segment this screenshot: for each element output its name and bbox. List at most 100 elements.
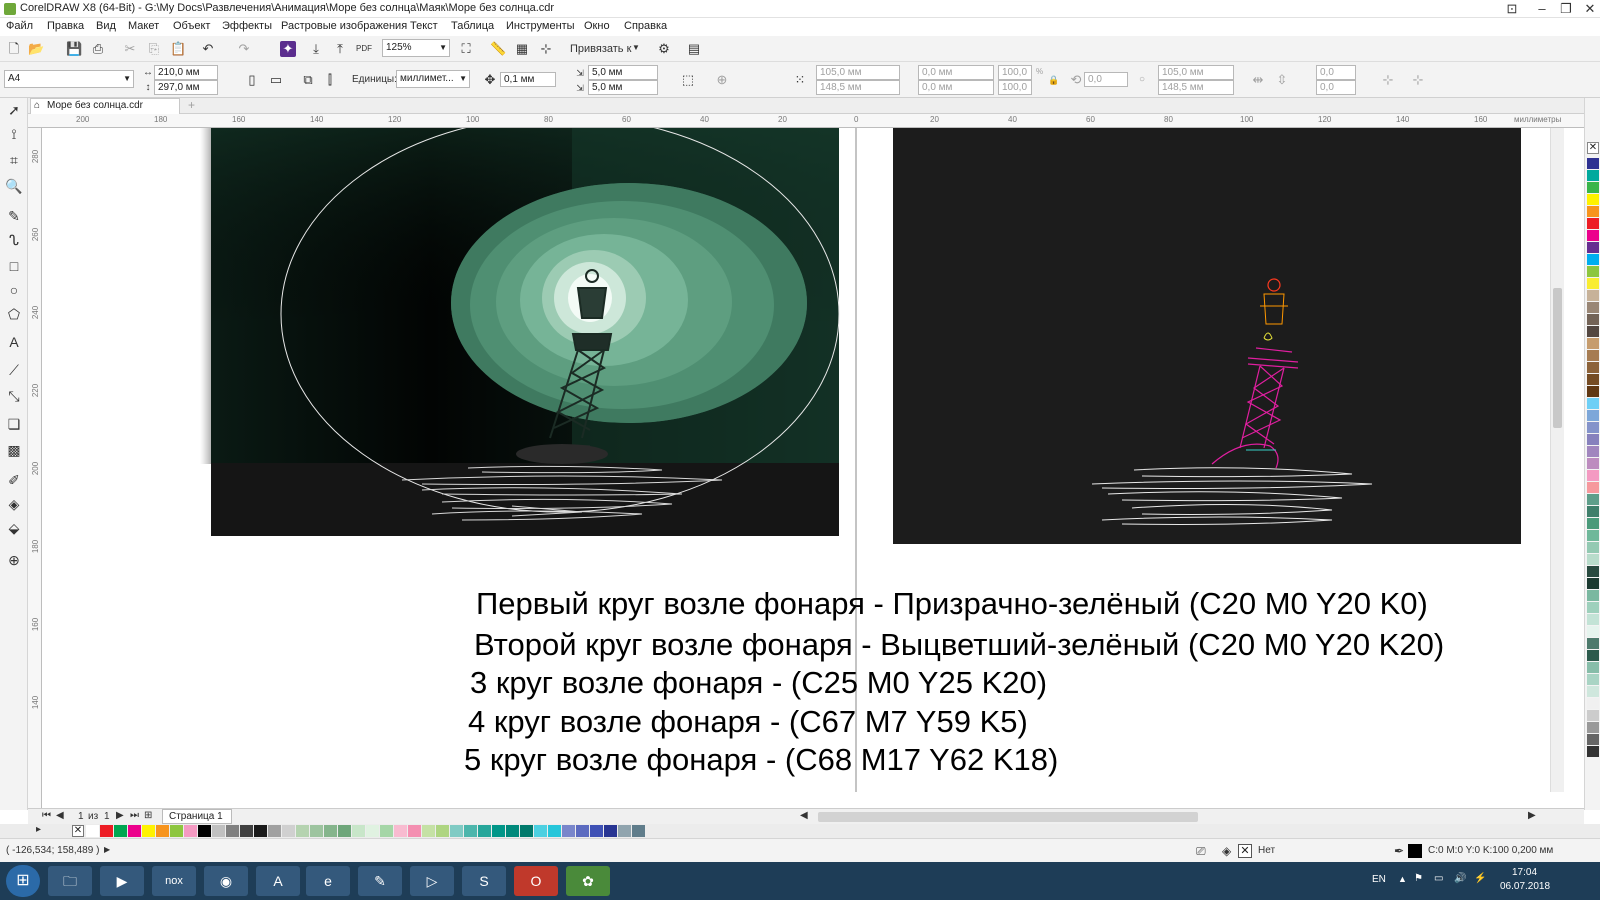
polygon-tool-icon[interactable]: ⬠ xyxy=(4,304,24,324)
palette-swatch[interactable] xyxy=(1587,638,1599,649)
next-page-icon[interactable]: ▶ xyxy=(116,810,124,821)
vertical-scroll-thumb[interactable] xyxy=(1553,288,1562,428)
mirror-horizontal-icon[interactable]: ⇹ xyxy=(1250,72,1266,88)
document-palette-swatch[interactable] xyxy=(184,825,197,837)
page-width-input[interactable]: 210,0 мм xyxy=(154,65,218,80)
connector-tool-icon[interactable]: ⤡ xyxy=(4,386,24,406)
paste-icon[interactable]: 📋 xyxy=(170,41,186,57)
new-document-icon[interactable]: 🗋 xyxy=(6,41,22,57)
print-icon[interactable]: ⎙ xyxy=(90,41,106,57)
palette-swatch[interactable] xyxy=(1587,158,1599,169)
text-tool-icon[interactable]: A xyxy=(4,332,24,352)
palette-swatch[interactable] xyxy=(1587,206,1599,217)
palette-swatch[interactable] xyxy=(1587,566,1599,577)
menu-view[interactable]: Вид xyxy=(96,20,116,32)
palette-swatch[interactable] xyxy=(1587,302,1599,313)
all-pages-icon[interactable]: ⧉ xyxy=(300,72,316,88)
document-tab[interactable]: ⌂ Море без солнца.cdr xyxy=(30,98,180,114)
horizontal-scroll-thumb[interactable] xyxy=(818,812,1198,822)
palette-swatch[interactable] xyxy=(1587,170,1599,181)
explorer-taskbar-icon[interactable]: 🗀 xyxy=(48,866,92,896)
palette-swatch[interactable] xyxy=(1587,254,1599,265)
center-x-input[interactable]: 105,0 мм xyxy=(1158,65,1234,80)
document-palette-swatch[interactable] xyxy=(240,825,253,837)
eyedropper-icon[interactable]: ✐ xyxy=(4,470,24,490)
document-palette-swatch[interactable] xyxy=(534,825,547,837)
chrome-taskbar-icon[interactable]: ◉ xyxy=(204,866,248,896)
palette-swatch[interactable] xyxy=(1587,218,1599,229)
pick-tool-icon[interactable]: ➚ xyxy=(4,100,24,120)
document-palette-swatch[interactable] xyxy=(100,825,113,837)
menu-tools[interactable]: Инструменты xyxy=(506,20,575,32)
skype-taskbar-icon[interactable]: S xyxy=(462,866,506,896)
help-window-icon[interactable]: ⊡ xyxy=(1500,0,1524,18)
page-height-input[interactable]: 297,0 мм xyxy=(154,80,218,95)
page-size-dropdown[interactable]: A4 ▼ xyxy=(4,70,134,88)
document-palette-swatch[interactable] xyxy=(576,825,589,837)
close-button[interactable]: ✕ xyxy=(1578,0,1600,18)
zoom-tool-icon[interactable]: 🔍 xyxy=(4,176,24,196)
document-palette-swatch[interactable] xyxy=(198,825,211,837)
scale-width-input[interactable]: 100,0 xyxy=(998,65,1032,80)
language-indicator[interactable]: EN xyxy=(1372,874,1386,885)
document-palette-swatch[interactable] xyxy=(170,825,183,837)
page-tab[interactable]: Страница 1 xyxy=(162,809,232,824)
menu-effects[interactable]: Эффекты xyxy=(222,20,272,32)
application-launcher-icon[interactable]: ▤ xyxy=(686,41,702,57)
undo-icon[interactable]: ↶ xyxy=(200,41,216,57)
first-page-icon[interactable]: ⏮ xyxy=(42,810,51,821)
search-content-icon[interactable]: ✦ xyxy=(280,41,296,57)
palette-swatch[interactable] xyxy=(1587,650,1599,661)
menu-window[interactable]: Окно xyxy=(584,20,610,32)
note-line-2[interactable]: Второй круг возле фонаря - Выцветший-зел… xyxy=(474,627,1444,663)
document-palette-swatch[interactable] xyxy=(520,825,533,837)
document-palette-swatch[interactable] xyxy=(128,825,141,837)
scroll-right-icon[interactable]: ▶ xyxy=(1528,810,1536,821)
color-proof-icon[interactable]: ⎚ xyxy=(1196,844,1206,859)
menu-help[interactable]: Справка xyxy=(624,20,667,32)
document-palette-swatch[interactable] xyxy=(156,825,169,837)
note-line-3[interactable]: 3 круг возле фонаря - (C25 M0 Y25 K20) xyxy=(470,665,1047,701)
show-guidelines-icon[interactable]: ⊹ xyxy=(538,41,554,57)
add-page-icon[interactable]: ⊞ xyxy=(144,810,152,821)
units-dropdown[interactable]: миллимет... ▼ xyxy=(396,70,470,88)
zoom-level-dropdown[interactable]: 125% ▼ xyxy=(382,39,450,57)
duplicate-x-input[interactable]: 5,0 мм xyxy=(588,65,658,80)
internet-explorer-taskbar-icon[interactable]: e xyxy=(306,866,350,896)
document-palette-swatch[interactable] xyxy=(352,825,365,837)
action-center-icon[interactable]: ⚑ xyxy=(1414,873,1423,884)
paint-taskbar-icon[interactable]: ✎ xyxy=(358,866,402,896)
palette-swatch[interactable] xyxy=(1587,734,1599,745)
size-height-input[interactable]: 0,0 мм xyxy=(918,80,994,95)
lighthouse-artwork-colored[interactable] xyxy=(211,128,840,536)
shape-tool-icon[interactable]: ⟟ xyxy=(4,124,24,144)
document-palette-swatch[interactable] xyxy=(478,825,491,837)
snap-to-dropdown[interactable]: Привязать к xyxy=(570,43,631,55)
palette-swatch[interactable] xyxy=(1587,602,1599,613)
maximize-button[interactable]: ❐ xyxy=(1554,0,1578,18)
add-page-icon[interactable]: ⊕ xyxy=(714,72,730,88)
current-page-icon[interactable]: ⫿ xyxy=(322,72,338,88)
display-icon[interactable]: ▭ xyxy=(1434,873,1443,884)
copy-icon[interactable]: ⎘ xyxy=(146,41,162,57)
snap-point-icon[interactable]: ⊹ xyxy=(1380,72,1396,88)
add-guideline-icon[interactable]: ⊹ xyxy=(1410,72,1426,88)
document-palette-swatch[interactable] xyxy=(450,825,463,837)
options-gear-icon[interactable]: ⚙ xyxy=(656,41,672,57)
palette-swatch[interactable] xyxy=(1587,506,1599,517)
landscape-icon[interactable]: ▭ xyxy=(268,72,284,88)
palette-swatch[interactable] xyxy=(1587,626,1599,637)
center-y-input[interactable]: 148,5 мм xyxy=(1158,80,1234,95)
export-icon[interactable]: ⤒ xyxy=(332,41,348,57)
menu-object[interactable]: Объект xyxy=(173,20,210,32)
no-fill-swatch[interactable]: ✕ xyxy=(72,825,84,837)
portrait-icon[interactable]: ▯ xyxy=(244,72,260,88)
smart-fill-icon[interactable]: ⬙ xyxy=(4,518,24,538)
palette-swatch[interactable] xyxy=(1587,266,1599,277)
document-palette-swatch[interactable] xyxy=(618,825,631,837)
quick-customize-icon[interactable]: ⊕ xyxy=(4,550,24,570)
palette-swatch[interactable] xyxy=(1587,542,1599,553)
palette-swatch[interactable] xyxy=(1587,698,1599,709)
position-x-input[interactable]: 105,0 мм xyxy=(816,65,900,80)
menu-file[interactable]: Файл xyxy=(6,20,33,32)
